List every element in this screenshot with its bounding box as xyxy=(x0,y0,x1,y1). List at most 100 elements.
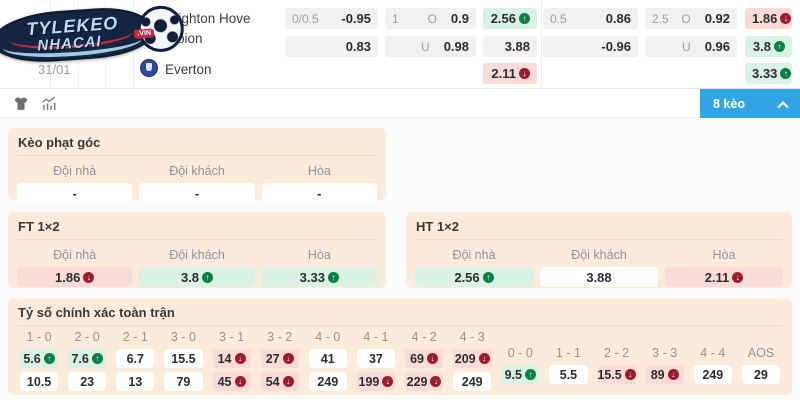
logo-suffix-badge: .VIN xyxy=(134,28,154,38)
score-odds-box[interactable]: 41 xyxy=(309,349,347,368)
trend-down-icon xyxy=(382,376,393,387)
under-label: U xyxy=(682,40,691,54)
score-odds-box[interactable]: 249 xyxy=(453,372,491,391)
score-odds-box[interactable]: 89 xyxy=(646,365,684,384)
away-column-header: Đội khách xyxy=(139,161,254,183)
trend-down-icon xyxy=(235,353,246,364)
ht-home-odds[interactable]: 2.56 xyxy=(415,267,533,287)
x12-ft-draw-odds[interactable]: 3.8 xyxy=(745,36,792,57)
ou-ft-over-odds[interactable]: 2.5 O 0.92 xyxy=(645,8,737,29)
score-odds-box[interactable]: 7.6 xyxy=(68,349,106,368)
score-odds-box[interactable]: 209 xyxy=(453,349,491,368)
score-column-draw: 0 - 0 9.5 xyxy=(498,329,542,391)
trend-down-icon xyxy=(479,353,490,364)
score-column: 4 - 2 69 229 xyxy=(402,329,446,391)
score-odds-box[interactable]: 13 xyxy=(116,372,154,391)
over-label: O xyxy=(681,12,690,26)
ft-away-odds[interactable]: 3.8 xyxy=(139,267,254,287)
jersey-icon[interactable] xyxy=(12,95,30,112)
score-odds-box[interactable]: 37 xyxy=(357,349,395,368)
score-label: 2 - 0 xyxy=(65,329,109,345)
ou-ht-over-odds[interactable]: 1 O 0.9 xyxy=(385,8,476,29)
score-column: 4 - 1 37 199 xyxy=(354,329,398,391)
score-column-draw: 4 - 4 249 xyxy=(691,329,735,391)
trend-down-icon xyxy=(732,272,743,283)
score-odds-box[interactable]: 199 xyxy=(357,372,395,391)
trend-down-icon xyxy=(83,272,94,283)
score-odds-box[interactable]: 6.7 xyxy=(116,349,154,368)
score-column-draw: 1 - 1 5.5 xyxy=(546,329,590,391)
keo-count-button[interactable]: 8 kèo xyxy=(700,89,800,118)
score-label: 4 - 4 xyxy=(691,345,735,361)
score-odds-box[interactable]: 29 xyxy=(742,365,780,384)
score-odds-box[interactable]: 79 xyxy=(164,372,202,391)
analytics-chart-icon[interactable] xyxy=(40,95,58,112)
score-label: 4 - 2 xyxy=(402,329,446,345)
corner-home-odds[interactable]: - xyxy=(17,183,132,203)
score-odds-box[interactable]: 15.5 xyxy=(164,349,202,368)
score-label: 4 - 3 xyxy=(450,329,494,345)
trend-down-icon xyxy=(519,68,530,79)
score-label: 1 - 0 xyxy=(17,329,61,345)
score-column: 3 - 1 14 45 xyxy=(210,329,254,391)
corner-odds-panel: Kèo phạt góc Đội nhà - Đội khách - Hòa - xyxy=(8,128,386,200)
score-odds-box[interactable]: 14 xyxy=(213,349,251,368)
away-team-name[interactable]: Everton xyxy=(165,60,212,80)
draw-column-header: Hòa xyxy=(665,245,783,267)
trend-up-icon xyxy=(525,369,536,380)
score-column: 1 - 0 5.6 10.5 xyxy=(17,329,61,391)
trend-down-icon xyxy=(283,353,294,364)
trend-down-icon xyxy=(235,376,246,387)
score-column: 3 - 0 15.5 79 xyxy=(161,329,205,391)
handicap-ht-home-odds[interactable]: 0/0.5 -0.95 xyxy=(285,8,378,29)
odds-detail-area: Kèo phạt góc Đội nhà - Đội khách - Hòa -… xyxy=(0,118,800,400)
score-odds-box[interactable]: 69 xyxy=(405,349,443,368)
under-label: U xyxy=(421,40,430,54)
over-label: O xyxy=(428,12,437,26)
handicap-ft-home-odds[interactable]: 0.5 0.86 xyxy=(543,8,638,29)
score-odds-box[interactable]: 54 xyxy=(261,372,299,391)
score-odds-box[interactable]: 10.5 xyxy=(20,372,58,391)
corner-draw-odds[interactable]: - xyxy=(262,183,377,203)
x12-ft-away-odds[interactable]: 3.33 xyxy=(745,63,792,84)
ht-away-odds[interactable]: 3.88 xyxy=(540,267,658,287)
score-odds-box[interactable]: 15.5 xyxy=(598,365,636,384)
handicap-ht-away-odds[interactable]: 0.83 xyxy=(285,36,378,57)
score-odds-box[interactable]: 9.5 xyxy=(501,365,539,384)
score-label: 4 - 0 xyxy=(306,329,350,345)
x12-ht-home-odds[interactable]: 2.56 xyxy=(483,8,537,29)
trend-down-icon xyxy=(283,376,294,387)
trend-down-icon xyxy=(427,353,438,364)
site-logo: TYLEKEO NHACAI .VIN xyxy=(0,0,186,69)
score-label: 3 - 3 xyxy=(643,345,687,361)
correct-score-panel: Tỷ số chính xác toàn trận 1 - 0 5.6 10.5… xyxy=(8,298,792,395)
score-odds-box[interactable]: 5.5 xyxy=(549,365,587,384)
x12-ht-away-odds[interactable]: 2.11 xyxy=(483,63,537,84)
handicap-ft-away-odds[interactable]: -0.96 xyxy=(543,36,638,57)
trend-up-icon xyxy=(202,272,213,283)
ou-line: 2.5 xyxy=(652,12,669,26)
x12-ft-home-odds[interactable]: 1.86 xyxy=(745,8,792,29)
score-odds-box[interactable]: 249 xyxy=(694,365,732,384)
score-column: 4 - 3 209 249 xyxy=(450,329,494,391)
home-column-header: Đội nhà xyxy=(415,245,533,267)
ft-home-odds[interactable]: 1.86 xyxy=(17,267,132,287)
score-odds-box[interactable]: 249 xyxy=(309,372,347,391)
ft-1x2-panel: FT 1×2 Đội nhà 1.86 Đội khách 3.8 Hòa 3 xyxy=(8,212,386,288)
draw-column-header: Hòa xyxy=(262,161,377,183)
ht-draw-odds[interactable]: 2.11 xyxy=(665,267,783,287)
divider xyxy=(541,0,542,88)
score-odds-box[interactable]: 23 xyxy=(68,372,106,391)
handicap-line: 0/0.5 xyxy=(292,12,319,26)
score-odds-box[interactable]: 5.6 xyxy=(20,349,58,368)
toolbar: 8 kèo xyxy=(0,89,800,118)
score-odds-box[interactable]: 229 xyxy=(405,372,443,391)
score-odds-box[interactable]: 45 xyxy=(213,372,251,391)
score-column: 2 - 1 6.7 13 xyxy=(113,329,157,391)
corner-away-odds[interactable]: - xyxy=(139,183,254,203)
ft-draw-odds[interactable]: 3.33 xyxy=(262,267,377,287)
ou-ht-under-odds[interactable]: U 0.98 xyxy=(385,36,476,57)
x12-ht-draw-odds[interactable]: 3.88 xyxy=(483,36,537,57)
ou-ft-under-odds[interactable]: U 0.96 xyxy=(645,36,737,57)
score-odds-box[interactable]: 27 xyxy=(261,349,299,368)
